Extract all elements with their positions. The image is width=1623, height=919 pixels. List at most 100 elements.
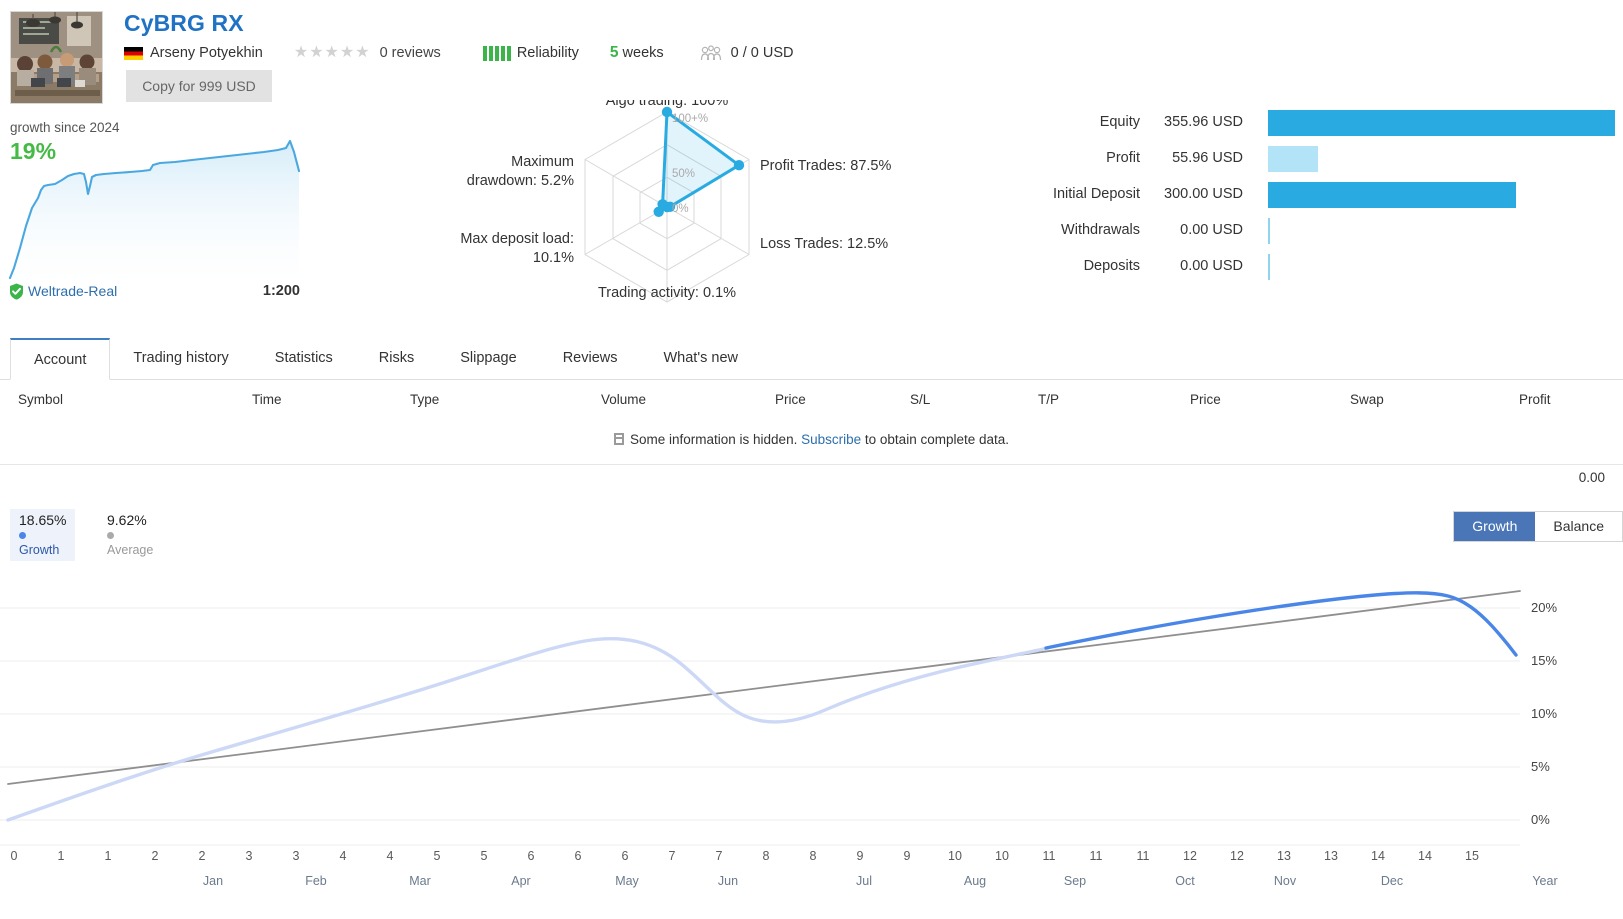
- stat-row-deposits: Deposits 0.00 USD: [1020, 254, 1620, 292]
- verified-shield-icon: [10, 283, 23, 300]
- x-tick: 1: [58, 849, 65, 863]
- reviews-count: 0 reviews: [379, 45, 441, 61]
- toggle-growth[interactable]: Growth: [1454, 512, 1536, 541]
- month-label-jan: Jan: [203, 874, 223, 888]
- column-header-price-open[interactable]: Price: [775, 392, 806, 407]
- chart-series-growth-faded: [6, 637, 1050, 822]
- stat-bar: [1268, 146, 1318, 172]
- column-header-time[interactable]: Time: [252, 392, 282, 407]
- x-axis-ticks: 0 1 1 2 2 3 3 4 4 5 5 6 6 6 7 7 8 8 9 9: [11, 849, 1479, 863]
- column-header-type[interactable]: Type: [410, 392, 439, 407]
- author-name[interactable]: Arseny Potyekhin: [150, 45, 263, 61]
- tab-account[interactable]: Account: [10, 338, 111, 380]
- stat-label: Profit: [1106, 150, 1140, 166]
- column-header-sl[interactable]: S/L: [910, 392, 930, 407]
- legend-item-average[interactable]: 9.62% Average: [98, 509, 162, 561]
- column-header-volume[interactable]: Volume: [601, 392, 646, 407]
- star-icon: ★: [324, 44, 340, 61]
- month-label-feb: Feb: [305, 874, 327, 888]
- reliability-label: Reliability: [516, 45, 579, 61]
- column-header-swap[interactable]: Swap: [1350, 392, 1384, 407]
- x-tick: 11: [1043, 849, 1056, 863]
- broker-name[interactable]: Weltrade-Real: [28, 283, 117, 299]
- x-tick: 11: [1090, 849, 1103, 863]
- x-tick: 12: [1183, 849, 1197, 863]
- x-tick: 10: [948, 849, 962, 863]
- copy-button[interactable]: Copy for 999 USD: [126, 70, 272, 102]
- legend-dot-average: [107, 532, 114, 539]
- chart-series-growth: [1044, 591, 1518, 657]
- column-header-price-close[interactable]: Price: [1190, 392, 1221, 407]
- star-icon: ★: [293, 44, 310, 61]
- x-tick: 14: [1371, 849, 1385, 863]
- table-total-profit: 0.00: [1578, 470, 1605, 485]
- subscribers-value: 0 / 0 USD: [730, 45, 794, 61]
- x-axis-month-labels: Jan Feb Mar Apr May Jun Jul Aug Sep Oct …: [203, 874, 1558, 888]
- x-tick: 11: [1137, 849, 1150, 863]
- column-header-symbol[interactable]: Symbol: [18, 392, 63, 407]
- x-tick: 9: [904, 849, 911, 863]
- stat-label: Initial Deposit: [1052, 186, 1140, 202]
- tab-reviews[interactable]: Reviews: [540, 338, 641, 379]
- stat-label: Deposits: [1083, 258, 1140, 274]
- toggle-balance[interactable]: Balance: [1535, 512, 1622, 541]
- table-header-row: Symbol Time Type Volume Price S/L T/P Pr…: [0, 380, 1623, 420]
- legend-growth-label: Growth: [19, 529, 66, 557]
- month-label-sep: Sep: [1064, 874, 1086, 888]
- x-tick: 0: [11, 849, 18, 863]
- tab-whats-new[interactable]: What's new: [640, 338, 761, 379]
- section-tabs: Account Trading history Statistics Risks…: [0, 338, 1623, 380]
- stat-value: 355.96 USD: [1164, 114, 1243, 130]
- stat-value: 55.96 USD: [1172, 150, 1243, 166]
- radar-label-loss-trades: Loss Trades: 12.5%: [760, 236, 888, 252]
- hidden-data-note: Some information is hidden. Subscribe to…: [0, 432, 1623, 447]
- hidden-note-text: Some information is hidden.: [629, 432, 798, 447]
- stat-bar: [1268, 182, 1516, 208]
- x-tick: 14: [1418, 849, 1432, 863]
- stat-label: Withdrawals: [1061, 222, 1140, 238]
- x-tick: 10: [995, 849, 1009, 863]
- account-page: CyBRG RX Arseny Potyekhin ★ ★ ★ ★ ★ 0 re…: [0, 0, 1623, 919]
- tab-risks[interactable]: Risks: [356, 338, 437, 379]
- x-axis-title: Year: [1532, 874, 1557, 888]
- radar-label-max-deposit-load: Max deposit load:: [460, 231, 574, 247]
- x-tick: 5: [481, 849, 488, 863]
- x-tick: 3: [293, 849, 300, 863]
- legend-item-growth[interactable]: 18.65% Growth: [10, 509, 76, 561]
- avatar-image: [11, 12, 102, 103]
- x-tick: 8: [810, 849, 817, 863]
- radar-label-max-deposit-load-value: 10.1%: [533, 250, 574, 266]
- stat-bar: [1268, 110, 1615, 136]
- stat-value: 0.00 USD: [1180, 222, 1243, 238]
- y-axis-label-20: 20%: [1531, 600, 1557, 615]
- account-stats: Equity 355.96 USD Profit 55.96 USD Initi…: [1020, 110, 1620, 294]
- column-header-profit[interactable]: Profit: [1519, 392, 1551, 407]
- x-tick: 6: [622, 849, 629, 863]
- radar-ring-label-mid: 50%: [672, 168, 695, 180]
- broker-row: Weltrade-Real 1:200: [0, 281, 310, 305]
- month-label-dec: Dec: [1381, 874, 1403, 888]
- legend-average-label: Average: [107, 529, 153, 557]
- germany-flag-icon: [124, 46, 143, 60]
- x-tick: 5: [434, 849, 441, 863]
- y-axis-label-15: 15%: [1531, 653, 1557, 668]
- subscribe-link[interactable]: Subscribe: [801, 432, 861, 447]
- radar-ring-label-outer: 100+%: [672, 113, 708, 125]
- stat-value: 0.00 USD: [1180, 258, 1243, 274]
- growth-summary: growth since 2024 19% Weltrade-Real 1:20…: [0, 118, 310, 308]
- rating-stars[interactable]: ★ ★ ★ ★ ★: [294, 45, 371, 61]
- stat-value: 300.00 USD: [1164, 186, 1243, 202]
- legend-dot-growth: [19, 532, 26, 539]
- month-label-mar: Mar: [409, 874, 431, 888]
- radar-ring-label-inner: 0%: [672, 203, 689, 215]
- people-icon: [700, 44, 721, 60]
- x-tick: 15: [1465, 849, 1479, 863]
- tab-slippage[interactable]: Slippage: [437, 338, 539, 379]
- month-label-jul: Jul: [856, 874, 872, 888]
- subscribers-block: 0 / 0 USD: [700, 44, 794, 62]
- star-icon: ★: [355, 44, 371, 61]
- tab-trading-history[interactable]: Trading history: [110, 338, 251, 379]
- column-header-tp[interactable]: T/P: [1038, 392, 1059, 407]
- tab-statistics[interactable]: Statistics: [252, 338, 356, 379]
- legend-growth-value: 18.65%: [19, 512, 67, 528]
